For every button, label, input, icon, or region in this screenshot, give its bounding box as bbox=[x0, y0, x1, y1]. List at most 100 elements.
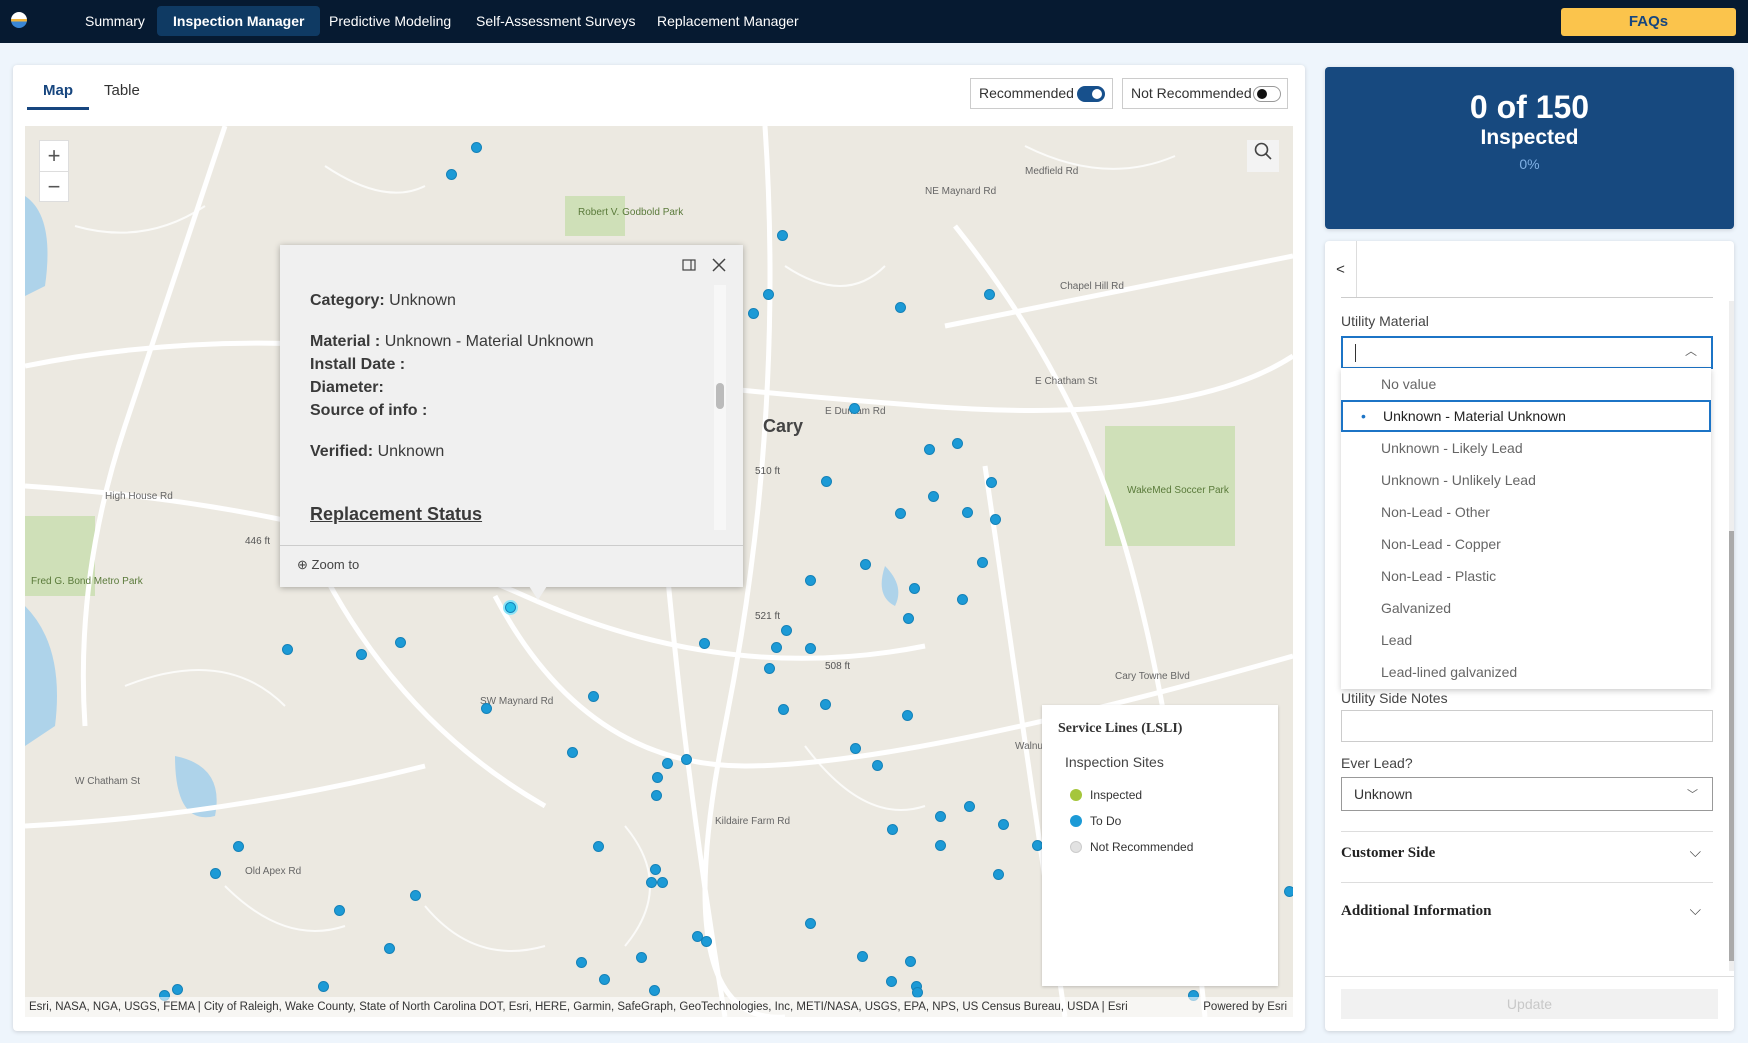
zoom-out-button[interactable]: − bbox=[40, 171, 68, 201]
faqs-button[interactable]: FAQs bbox=[1561, 8, 1736, 36]
legend-item-to-do: To Do bbox=[1070, 814, 1121, 828]
inspection-site-marker[interactable] bbox=[661, 757, 673, 769]
recommended-toggle[interactable]: Recommended bbox=[970, 78, 1113, 109]
replacement-status-link[interactable]: Replacement Status bbox=[310, 503, 594, 526]
toggle-switch-off[interactable] bbox=[1253, 86, 1281, 102]
inspection-site-marker[interactable] bbox=[951, 437, 963, 449]
popup-scrollbar[interactable] bbox=[714, 285, 726, 530]
inspection-site-marker[interactable] bbox=[356, 648, 368, 660]
utility-material-option[interactable]: • Unknown - Material Unknown bbox=[1341, 400, 1711, 432]
zoom-to-button[interactable]: ⊕ Zoom to bbox=[297, 557, 359, 573]
inspection-site-marker[interactable] bbox=[902, 612, 914, 624]
map-place-label: NE Maynard Rd bbox=[925, 186, 997, 197]
inspection-site-marker[interactable] bbox=[700, 936, 712, 948]
map-place-label: Chapel Hill Rd bbox=[1060, 281, 1124, 292]
inspection-site-marker[interactable] bbox=[857, 950, 868, 962]
utility-material-option[interactable]: Non-Lead - Plastic bbox=[1341, 560, 1711, 592]
chevron-down-icon: ⌵ bbox=[1689, 901, 1701, 919]
map-search-button[interactable] bbox=[1247, 140, 1279, 172]
map-place-label: Robert V. Godbold Park bbox=[578, 207, 684, 218]
utility-material-option[interactable]: Lead bbox=[1341, 624, 1711, 656]
popup-content: Category: Unknown Material : Unknown - M… bbox=[310, 289, 594, 526]
inspection-site-marker[interactable] bbox=[636, 951, 648, 963]
utility-side-notes-label: Utility Side Notes bbox=[1341, 690, 1448, 706]
utility-material-option[interactable]: Galvanized bbox=[1341, 592, 1711, 624]
back-button[interactable]: < bbox=[1325, 241, 1357, 298]
inspection-site-marker[interactable] bbox=[894, 508, 906, 519]
inspection-site-marker[interactable] bbox=[894, 301, 906, 313]
map-place-label: Kildaire Farm Rd bbox=[715, 816, 791, 827]
utility-material-option[interactable]: Unknown - Likely Lead bbox=[1341, 432, 1711, 464]
inspection-site-marker[interactable] bbox=[648, 985, 660, 997]
app-logo[interactable] bbox=[11, 12, 27, 28]
zoom-in-button[interactable]: + bbox=[40, 141, 68, 171]
inspection-site-marker[interactable] bbox=[771, 641, 783, 653]
utility-material-option[interactable]: Unknown - Unlikely Lead bbox=[1341, 464, 1711, 496]
ever-lead-select[interactable]: Unknown ﹀ bbox=[1341, 777, 1713, 811]
ever-lead-value: Unknown bbox=[1354, 786, 1413, 802]
inspection-site-marker[interactable] bbox=[901, 709, 913, 721]
utility-material-option[interactable]: Non-Lead - Other bbox=[1341, 496, 1711, 528]
inspection-site-marker[interactable] bbox=[997, 819, 1009, 831]
inspection-site-marker[interactable] bbox=[804, 574, 816, 586]
diameter-label: Diameter: bbox=[310, 379, 384, 396]
utility-material-option[interactable]: No value bbox=[1341, 368, 1711, 400]
inspection-site-marker[interactable] bbox=[804, 918, 816, 930]
form-scrollbar[interactable] bbox=[1729, 301, 1734, 971]
map-legend: Service Lines (LSLI) Inspection Sites In… bbox=[1042, 705, 1278, 986]
close-icon[interactable] bbox=[712, 258, 726, 272]
verified-label: Verified: bbox=[310, 443, 374, 460]
inspection-site-marker[interactable] bbox=[820, 698, 832, 710]
inspection-site-marker[interactable] bbox=[804, 642, 816, 654]
map-place-label: Medfield Rd bbox=[1025, 166, 1079, 177]
update-button[interactable]: Update bbox=[1341, 989, 1718, 1019]
utility-side-notes-input[interactable] bbox=[1341, 710, 1713, 742]
map-place-label: Cary Towne Blvd bbox=[1115, 671, 1190, 682]
inspection-site-marker[interactable] bbox=[961, 506, 973, 518]
nav-tab-predictive-modeling[interactable]: Predictive Modeling bbox=[313, 6, 467, 36]
nav-tab-summary[interactable]: Summary bbox=[69, 6, 161, 36]
not-recommended-toggle[interactable]: Not Recommended bbox=[1122, 78, 1288, 109]
inspection-site-marker[interactable] bbox=[445, 169, 457, 181]
map-view[interactable]: Cary Robert V. Godbold Park Fred G. Bond M… bbox=[25, 126, 1293, 1017]
inspected-count: 0 of 150 bbox=[1469, 89, 1590, 125]
dock-icon[interactable] bbox=[682, 259, 696, 271]
inspection-stats-card: 0 of 150 Inspected 0% bbox=[1325, 67, 1734, 229]
inspection-site-marker[interactable] bbox=[334, 904, 346, 916]
utility-material-combobox[interactable]: ︿ bbox=[1341, 336, 1713, 369]
inspection-site-marker[interactable] bbox=[887, 823, 899, 835]
inspection-site-marker[interactable] bbox=[232, 841, 244, 853]
selected-site-marker[interactable] bbox=[505, 602, 516, 613]
inspection-site-marker[interactable] bbox=[989, 513, 1001, 525]
nav-tab-self-assessment-surveys[interactable]: Self-Assessment Surveys bbox=[460, 6, 652, 36]
tab-table[interactable]: Table bbox=[88, 80, 156, 107]
inspection-site-marker[interactable] bbox=[1284, 886, 1293, 897]
inspection-site-marker[interactable] bbox=[871, 760, 883, 771]
toggle-switch-on[interactable] bbox=[1077, 86, 1105, 102]
nav-tab-replacement-manager[interactable]: Replacement Manager bbox=[641, 6, 815, 36]
inspection-site-marker[interactable] bbox=[567, 746, 579, 758]
inspection-site-marker[interactable] bbox=[650, 790, 662, 802]
utility-material-option[interactable]: Lead-lined galvanized bbox=[1341, 656, 1711, 688]
inspection-site-marker[interactable] bbox=[649, 863, 661, 875]
powered-by-esri[interactable]: Powered by Esri bbox=[1203, 997, 1287, 1017]
map-place-label: 510 ft bbox=[755, 466, 781, 477]
map-attribution: Esri, NASA, NGA, USGS, FEMA | City of Ra… bbox=[25, 997, 1293, 1017]
map-place-label: High House Rd bbox=[105, 491, 173, 502]
nav-tab-inspection-manager[interactable]: Inspection Manager bbox=[157, 6, 321, 36]
legend-subtitle: Inspection Sites bbox=[1065, 754, 1164, 770]
customer-side-section[interactable]: Customer Side ⌵ bbox=[1341, 843, 1713, 862]
map-place-label: 446 ft bbox=[245, 536, 271, 547]
recommended-label: Recommended bbox=[979, 85, 1074, 101]
inspection-site-marker[interactable] bbox=[821, 475, 833, 487]
utility-material-option[interactable]: Non-Lead - Copper bbox=[1341, 528, 1711, 560]
map-place-label: 508 ft bbox=[825, 661, 851, 672]
material-label: Material : bbox=[310, 333, 381, 350]
tab-map[interactable]: Map bbox=[27, 80, 89, 110]
additional-information-section[interactable]: Additional Information ⌵ bbox=[1341, 901, 1713, 920]
source-label: Source of info : bbox=[310, 402, 428, 419]
top-nav: Summary Inspection Manager Predictive Mo… bbox=[0, 0, 1748, 43]
legend-item-not-recommended: Not Recommended bbox=[1070, 840, 1193, 854]
utility-material-options: No value • Unknown - Material Unknown Unkno… bbox=[1341, 368, 1711, 689]
inspection-site-marker[interactable] bbox=[281, 644, 293, 656]
